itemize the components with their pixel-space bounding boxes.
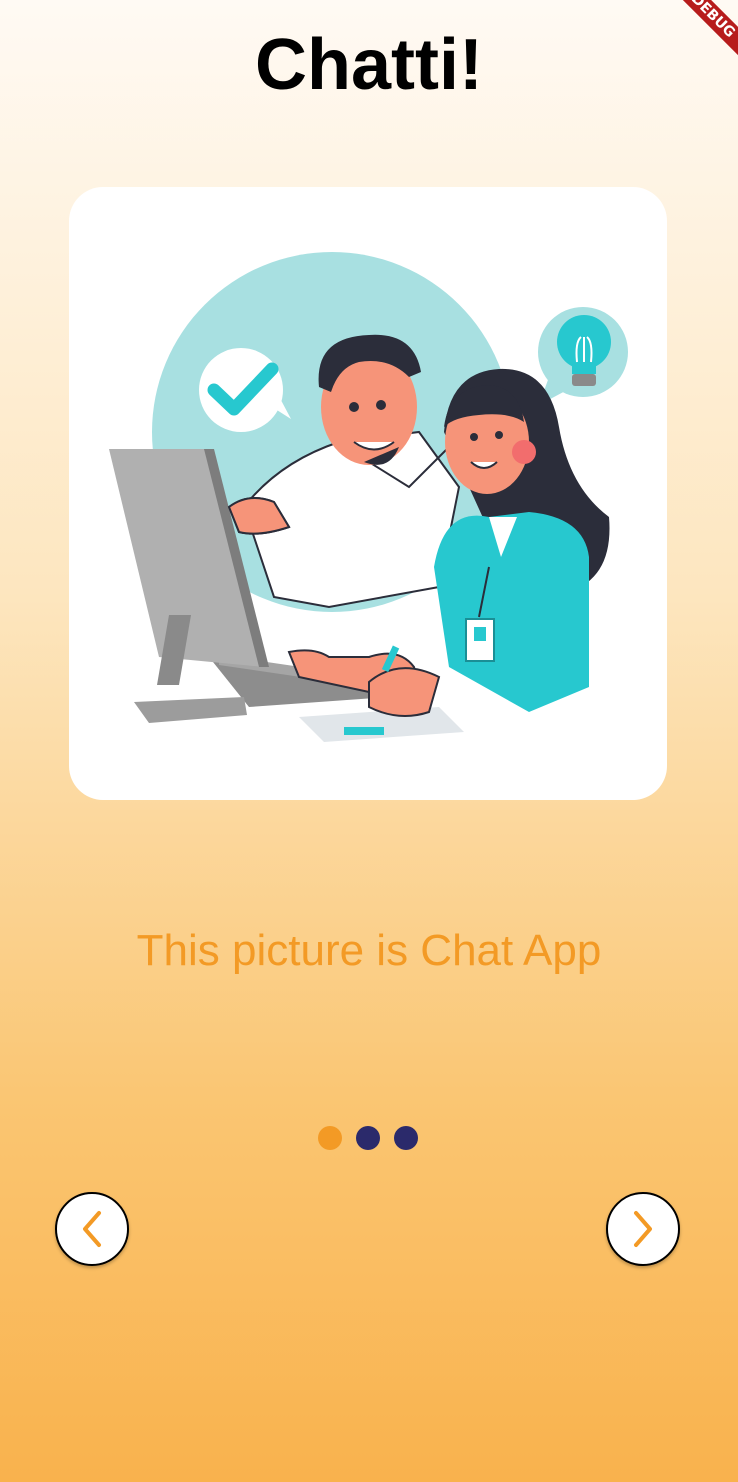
lightbulb-bubble-icon [538,307,628,405]
woman-figure [434,368,610,712]
page-dot-2[interactable] [356,1126,380,1150]
chevron-left-icon [83,1211,101,1247]
page-dot-1[interactable] [318,1126,342,1150]
page-indicator [318,1126,418,1150]
chevron-right-icon [634,1211,652,1247]
illustration-card [69,187,667,800]
previous-button[interactable] [55,1192,129,1266]
next-button[interactable] [606,1192,680,1266]
onboarding-caption: This picture is Chat App [136,926,602,975]
page-dot-3[interactable] [394,1126,418,1150]
app-title: Chatti! [255,25,483,105]
two-people-at-computer-illustration [109,252,628,742]
